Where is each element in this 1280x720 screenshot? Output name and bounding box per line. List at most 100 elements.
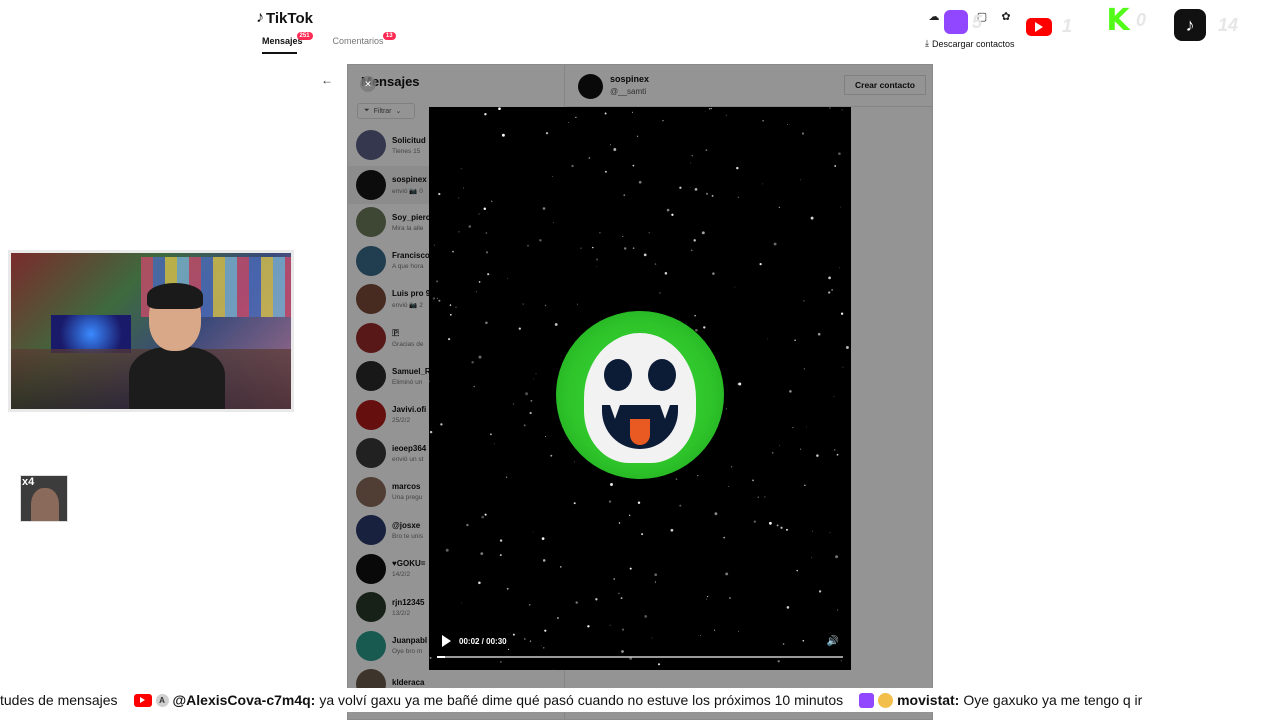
close-icon[interactable]: ✕ [360,76,376,92]
star [460,168,462,170]
star [792,426,794,429]
star [599,231,601,234]
kick-counter: K 0 [1104,2,1146,38]
chat-ticker: tudes de mensajes A @AlexisCova-c7m4q: y… [0,688,1280,712]
star [506,476,508,478]
star [618,592,620,595]
star [705,192,709,195]
star [786,528,788,531]
star [592,246,594,249]
star [629,567,632,570]
star [829,107,831,109]
star [501,133,505,137]
video-time: 00:02 / 00:30 [459,637,507,646]
star [644,614,648,618]
star [629,514,631,516]
star [840,312,844,315]
star [736,166,739,170]
star [438,192,441,196]
star [436,297,438,299]
star [729,597,731,599]
volume-icon[interactable]: 🔊 [827,636,839,647]
star [801,132,805,135]
star [834,449,836,451]
star [429,430,433,434]
star [796,569,798,572]
star [805,426,807,428]
star [804,484,806,487]
star [734,286,736,288]
star [829,532,831,534]
kick-icon: K [1106,2,1130,38]
star [654,263,657,265]
tiktok-counter: ♪ 14 [1174,9,1238,41]
star [767,338,769,340]
star [632,164,635,167]
star [494,443,496,445]
star [609,624,611,626]
download-contacts-link[interactable]: ⤓ Descargar contactos [925,38,1015,49]
top-bar: ♪ TikTok Mensajes 251 Comentarios 13 ☁ ▭… [0,0,1280,58]
star [711,194,714,197]
star [787,124,788,125]
star [449,304,452,306]
star [506,587,509,590]
star [839,206,841,208]
star [478,213,480,215]
settings-icon[interactable]: ✿ [998,8,1014,24]
video-player[interactable]: 00:02 / 00:30 🔊 [429,107,851,670]
star [636,135,639,137]
star [487,273,490,276]
star [445,548,449,552]
star [845,346,849,349]
star [666,208,670,212]
star [679,186,682,189]
star [604,112,607,115]
star [773,242,777,246]
back-arrow-icon[interactable]: ← [319,72,335,88]
star [705,149,708,151]
star [529,411,532,415]
tiktok-logo[interactable]: ♪ TikTok [256,9,313,27]
star [828,291,831,294]
star [753,520,756,523]
youtube-count: 1 [1062,16,1073,36]
star [679,504,682,507]
tab-label: Comentarios [332,36,384,46]
star [838,267,840,269]
star [613,148,617,151]
star [485,251,489,254]
star [595,598,598,601]
star [545,436,547,438]
play-icon[interactable] [441,634,453,648]
star [697,475,699,477]
thumbnail-person [31,488,59,521]
star [831,289,833,291]
star [836,453,839,456]
star [752,479,754,482]
star [730,466,733,468]
star [723,536,726,539]
tongue [630,419,650,445]
star [545,131,549,135]
tab-comentarios[interactable]: Comentarios 13 [332,32,396,54]
star [455,306,457,308]
star [449,313,452,316]
star [710,108,712,110]
tiktok-note-icon: ♪ [256,9,264,26]
tab-mensajes[interactable]: Mensajes 251 [262,32,313,54]
star [596,266,598,268]
streamer-body [129,347,225,409]
star [704,110,706,112]
skull-shape [584,333,696,463]
download-icon: ⤓ [925,38,929,48]
star [728,486,730,487]
star [838,152,841,155]
video-controls: 00:02 / 00:30 🔊 [429,630,851,670]
star [528,603,531,606]
star [641,533,644,536]
twitch-icon [944,10,968,34]
video-progress-bar[interactable] [437,656,843,658]
star [690,162,691,164]
cloud-upload-icon[interactable]: ☁ [926,8,942,24]
